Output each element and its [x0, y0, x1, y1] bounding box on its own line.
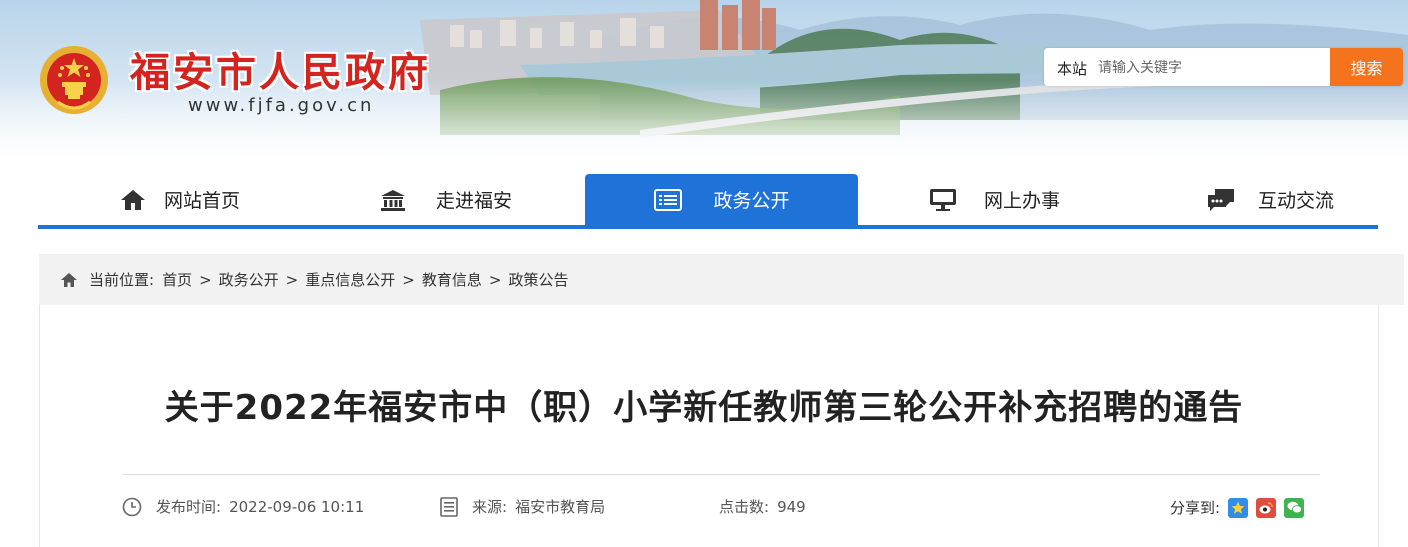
home-icon [61, 272, 77, 287]
share-bar: 分享到: [1170, 497, 1305, 518]
nav-item-gov-affairs[interactable]: 政务公开 [585, 174, 858, 225]
breadcrumb-separator: > [402, 270, 415, 289]
search-button[interactable]: 搜索 [1330, 48, 1403, 86]
click-count-label: 点击数: [719, 498, 770, 516]
search-box: 本站 搜索 [1044, 48, 1403, 86]
document-list-icon [653, 188, 683, 212]
breadcrumb-link-gov-affairs[interactable]: 政务公开 [219, 269, 279, 290]
breadcrumb: 当前位置: 首页 > 政务公开 > 重点信息公开 > 教育信息 > 政策公告 [39, 254, 1404, 305]
search-scope-label[interactable]: 本站 [1057, 58, 1087, 79]
national-emblem-icon [40, 46, 108, 114]
site-name: 福安市人民政府 [130, 49, 431, 96]
publish-time-label: 发布时间: [156, 498, 222, 516]
publish-time: 发布时间: 2022-09-06 10:11 [122, 496, 364, 517]
click-count: 点击数: 949 [719, 496, 806, 517]
title-divider [123, 474, 1320, 475]
source: 来源: 福安市教育局 [440, 496, 605, 517]
breadcrumb-prefix: 当前位置: [89, 271, 155, 289]
home-icon [118, 188, 148, 212]
nav-item-label: 网站首页 [164, 190, 241, 212]
document-icon [440, 496, 458, 517]
search-input[interactable] [1096, 52, 1320, 84]
source-label: 来源: [472, 498, 508, 516]
nav-underline [38, 225, 1378, 229]
nav-item-label: 网上办事 [984, 190, 1061, 212]
weibo-share-icon[interactable] [1256, 497, 1277, 518]
nav-item-label: 政务公开 [713, 190, 790, 212]
government-building-icon [378, 188, 408, 212]
site-url: www.fjfa.gov.cn [188, 95, 375, 116]
wechat-share-icon[interactable] [1284, 497, 1305, 518]
qzone-share-icon[interactable] [1228, 497, 1249, 518]
click-count-value: 949 [777, 497, 806, 516]
breadcrumb-link-education[interactable]: 教育信息 [422, 269, 482, 290]
breadcrumb-separator: > [199, 270, 212, 289]
monitor-icon [928, 188, 958, 212]
main-nav: 网站首页 走进福安 政务公开 网上办事 互动交流 [38, 174, 1378, 225]
breadcrumb-link-policy[interactable]: 政策公告 [508, 269, 568, 290]
nav-item-home[interactable]: 网站首页 [118, 174, 240, 225]
nav-item-label: 走进福安 [436, 190, 513, 212]
breadcrumb-separator: > [285, 270, 299, 289]
share-label: 分享到: [1170, 499, 1221, 517]
publish-time-value: 2022-09-06 10:11 [229, 497, 365, 516]
breadcrumb-link-key-info[interactable]: 重点信息公开 [305, 269, 395, 290]
nav-item-about[interactable]: 走进福安 [378, 174, 512, 225]
nav-item-interaction[interactable]: 互动交流 [1206, 174, 1334, 225]
source-value: 福安市教育局 [515, 498, 606, 516]
nav-item-online-services[interactable]: 网上办事 [928, 174, 1060, 225]
breadcrumb-link-home[interactable]: 首页 [162, 269, 192, 290]
nav-item-label: 互动交流 [1258, 190, 1335, 212]
breadcrumb-separator: > [488, 270, 502, 289]
clock-icon [122, 497, 142, 517]
header-banner: 福安市人民政府 www.fjfa.gov.cn 本站 搜索 [0, 0, 1408, 160]
chat-bubbles-icon [1206, 188, 1236, 212]
article-title: 关于2022年福安市中（职）小学新任教师第三轮公开补充招聘的通告 [164, 388, 1244, 428]
